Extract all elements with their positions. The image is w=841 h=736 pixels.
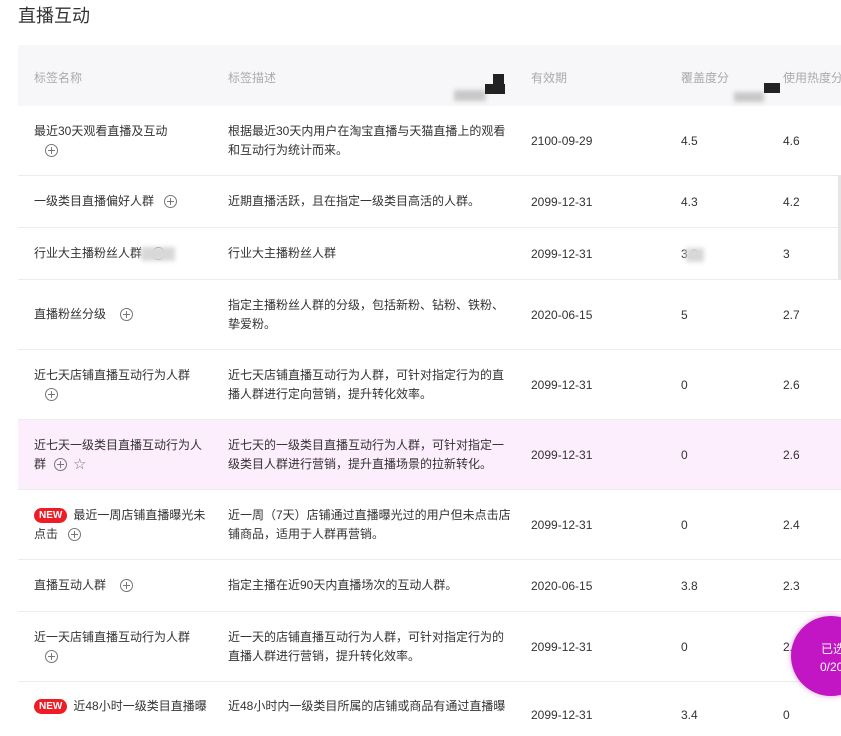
table-row[interactable]: NEW 近48小时一级类目直播曝 近48小时内一级类目所属的店铺或商品有通过直播曝… [18, 682, 841, 736]
redaction-blur [454, 90, 486, 101]
coverage-score: 0 [681, 517, 688, 532]
heat-score: 2.6 [783, 447, 800, 462]
heat-score: 0 [783, 708, 790, 722]
add-circle-icon[interactable] [68, 527, 82, 541]
tag-name: 近48小时一级类目直播曝 [73, 699, 207, 713]
add-circle-icon[interactable] [45, 387, 58, 401]
redaction-blur [734, 92, 764, 102]
tag-name: 行业大主播粉丝人群 [34, 246, 143, 260]
tag-description: 指定主播在近90天内直播场次的互动人群。 [228, 578, 458, 592]
coverage-score: 0 [681, 377, 688, 392]
tag-table: 标签名称 标签描述 有效期 覆盖度分 使用热度分 最近30天观看直播及互动 根据… [18, 45, 841, 736]
new-badge: NEW [34, 699, 68, 715]
table-row[interactable]: 直播互动人群 指定主播在近90天内直播场次的互动人群。 2020-06-15 3… [18, 560, 841, 612]
coverage-score: 0 [681, 639, 688, 654]
redaction-block [493, 74, 504, 84]
tag-name: 直播互动人群 [34, 578, 107, 592]
new-badge: NEW [34, 507, 68, 523]
coverage-score: 4.3 [681, 194, 698, 209]
column-header-tag-desc[interactable]: 标签描述 [228, 69, 276, 86]
page-title: 直播互动 [18, 6, 90, 26]
coverage-score: 5 [681, 307, 688, 322]
table-row[interactable]: 一级类目直播偏好人群 近期直播活跃，且在指定一级类目高活的人群。 2099-12… [18, 176, 841, 228]
redaction-block [764, 83, 780, 93]
add-circle-icon[interactable] [45, 143, 58, 157]
selected-count: 0/20 [820, 660, 841, 674]
tag-name: 直播粉丝分级 [34, 307, 107, 321]
add-circle-icon[interactable] [120, 308, 134, 322]
table-row-hovered[interactable]: 近七天一级类目直播互动行为人群 ☆ 近七天的一级类目直播互动行为人群，可针对指定一… [18, 420, 841, 490]
tag-name: 最近30天观看直播及互动 [34, 123, 168, 138]
validity-date: 2099-12-31 [531, 194, 593, 209]
add-circle-icon[interactable] [45, 649, 58, 663]
heat-score: 4.2 [783, 194, 800, 209]
tag-description: 根据最近30天内用户在淘宝直播与天猫直播上的观看和互动行为统计而来。 [228, 123, 506, 157]
validity-date: 2099-12-31 [531, 246, 593, 261]
heat-score: 4.6 [783, 133, 800, 148]
tag-description: 近一天的店铺直播互动行为人群，可针对指定行为的直播人群进行营销，提升转化效率。 [228, 629, 505, 663]
validity-date: 2099-12-31 [531, 639, 593, 654]
table-row[interactable]: 近一天店铺直播互动行为人群 近一天的店铺直播互动行为人群，可针对指定行为的直播人… [18, 612, 841, 682]
heat-score: 3 [783, 246, 790, 261]
validity-date: 2020-06-15 [531, 307, 593, 322]
redaction-blur [686, 248, 704, 262]
add-circle-icon[interactable] [164, 195, 178, 209]
add-circle-icon[interactable] [120, 579, 134, 593]
tag-description: 近48小时内一级类目所属的店铺或商品有通过直播曝 [228, 699, 506, 713]
coverage-score: 3.8 [681, 578, 698, 593]
validity-date: 2100-09-29 [531, 133, 593, 148]
tag-description: 指定主播粉丝人群的分级，包括新粉、钻粉、铁粉、挚爱粉。 [228, 297, 505, 331]
table-row[interactable]: 直播粉丝分级 指定主播粉丝人群的分级，包括新粉、钻粉、铁粉、挚爱粉。 2020-… [18, 280, 841, 350]
tag-description: 近一周（7天）店铺通过直播曝光过的用户但未点击店铺商品，适用于人群再营销。 [228, 507, 511, 541]
table-row[interactable]: 近七天店铺直播互动行为人群 近七天店铺直播互动行为人群，可针对指定行为的直播人群… [18, 350, 841, 420]
selected-label: 已选 [821, 642, 841, 656]
column-header-tag-name[interactable]: 标签名称 [34, 69, 82, 86]
coverage-score: 4.5 [681, 133, 698, 148]
tag-name: 近一天店铺直播互动行为人群 [34, 629, 191, 644]
validity-date: 2099-12-31 [531, 708, 593, 722]
redaction-blur [141, 247, 175, 261]
column-header-heat[interactable]: 使用热度分 [783, 69, 841, 86]
tag-description: 近七天店铺直播互动行为人群，可针对指定行为的直播人群进行定向营销，提升转化效率。 [228, 367, 505, 401]
star-outline-icon[interactable]: ☆ [73, 456, 86, 473]
tag-description: 近期直播活跃，且在指定一级类目高活的人群。 [228, 194, 481, 208]
coverage-score: 3.4 [681, 708, 698, 722]
column-header-coverage[interactable]: 覆盖度分 [681, 69, 729, 86]
redaction-block [485, 84, 505, 94]
table-row[interactable]: NEW 最近一周店铺直播曝光未点击 近一周（7天）店铺通过直播曝光过的用户但未点击… [18, 490, 841, 560]
heat-score: 2.4 [783, 517, 800, 532]
validity-date: 2020-06-15 [531, 578, 593, 593]
heat-score: 2.3 [783, 578, 800, 593]
table-header: 标签名称 标签描述 有效期 覆盖度分 使用热度分 [18, 45, 841, 106]
add-circle-icon[interactable] [54, 457, 68, 471]
validity-date: 2099-12-31 [531, 447, 593, 462]
tag-description: 行业大主播粉丝人群 [228, 246, 337, 260]
validity-date: 2099-12-31 [531, 377, 593, 392]
validity-date: 2099-12-31 [531, 517, 593, 532]
heat-score: 2.7 [783, 307, 800, 322]
column-header-validity[interactable]: 有效期 [531, 69, 567, 86]
tag-name: 近七天店铺直播互动行为人群 [34, 367, 191, 382]
tag-name-cell: 最近30天观看直播及互动 [34, 106, 209, 175]
tag-description: 近七天的一级类目直播互动行为人群，可针对指定一级类目人群进行营销，提升直播场景的… [228, 437, 505, 471]
heat-score: 2.6 [783, 377, 800, 392]
table-row[interactable]: 最近30天观看直播及互动 根据最近30天内用户在淘宝直播与天猫直播上的观看和互动… [18, 106, 841, 176]
tag-name: 一级类目直播偏好人群 [34, 194, 155, 208]
coverage-score: 0 [681, 447, 688, 462]
